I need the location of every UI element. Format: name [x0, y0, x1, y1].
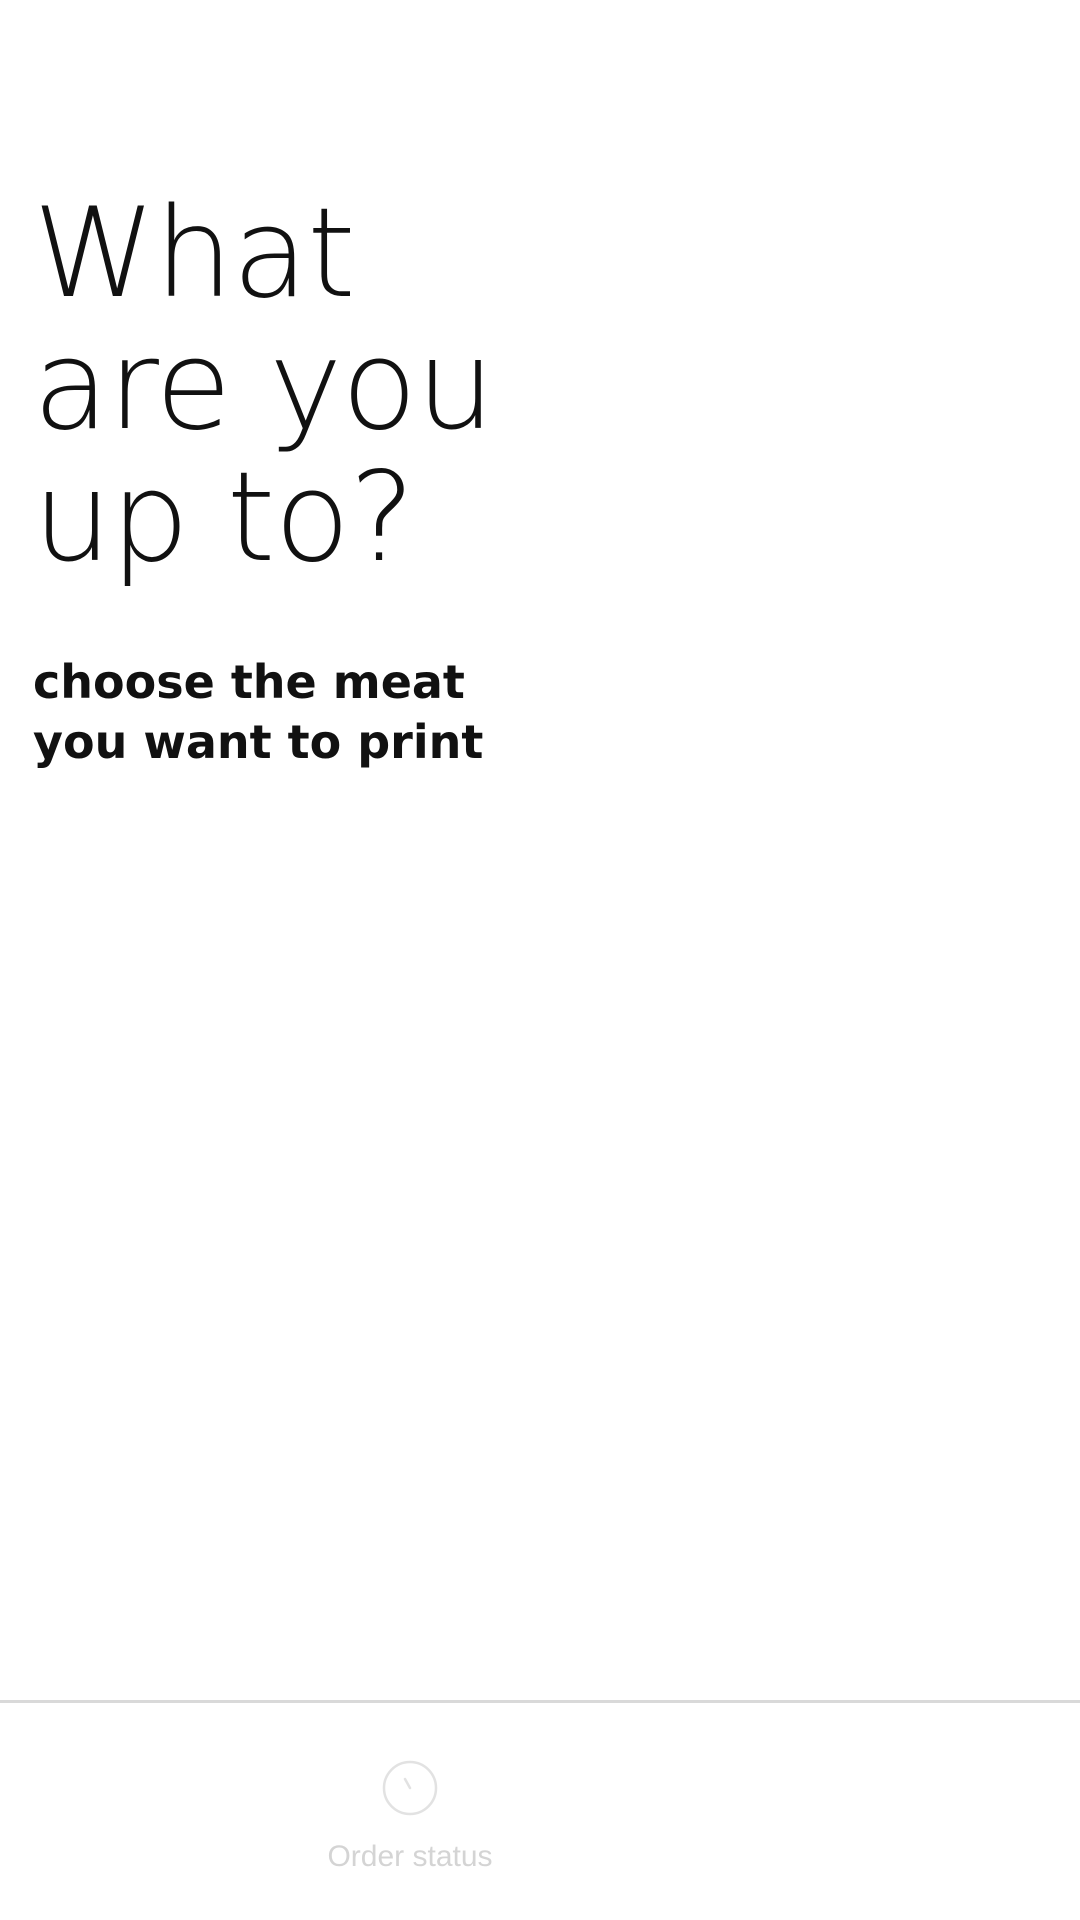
order-status-icon [382, 1760, 438, 1816]
page-title: What are you up to? [33, 182, 495, 590]
page-subtitle: choose the meat you want to print [33, 652, 483, 772]
page-subtitle-line-2: you want to print [33, 715, 484, 769]
nav-item-label: Order status [327, 1840, 493, 1873]
page-subtitle-line-1: choose the meat [33, 655, 465, 709]
page-title-line-2: are you [33, 314, 495, 458]
screen: What are you up to? choose the meat you … [0, 0, 1080, 1920]
page-title-line-3: up to? [33, 446, 415, 590]
bottom-navigation-bar: Order status [0, 1700, 1080, 1920]
nav-item-order-status[interactable]: Order status [310, 1758, 510, 1888]
page-title-line-1: What [33, 182, 356, 326]
